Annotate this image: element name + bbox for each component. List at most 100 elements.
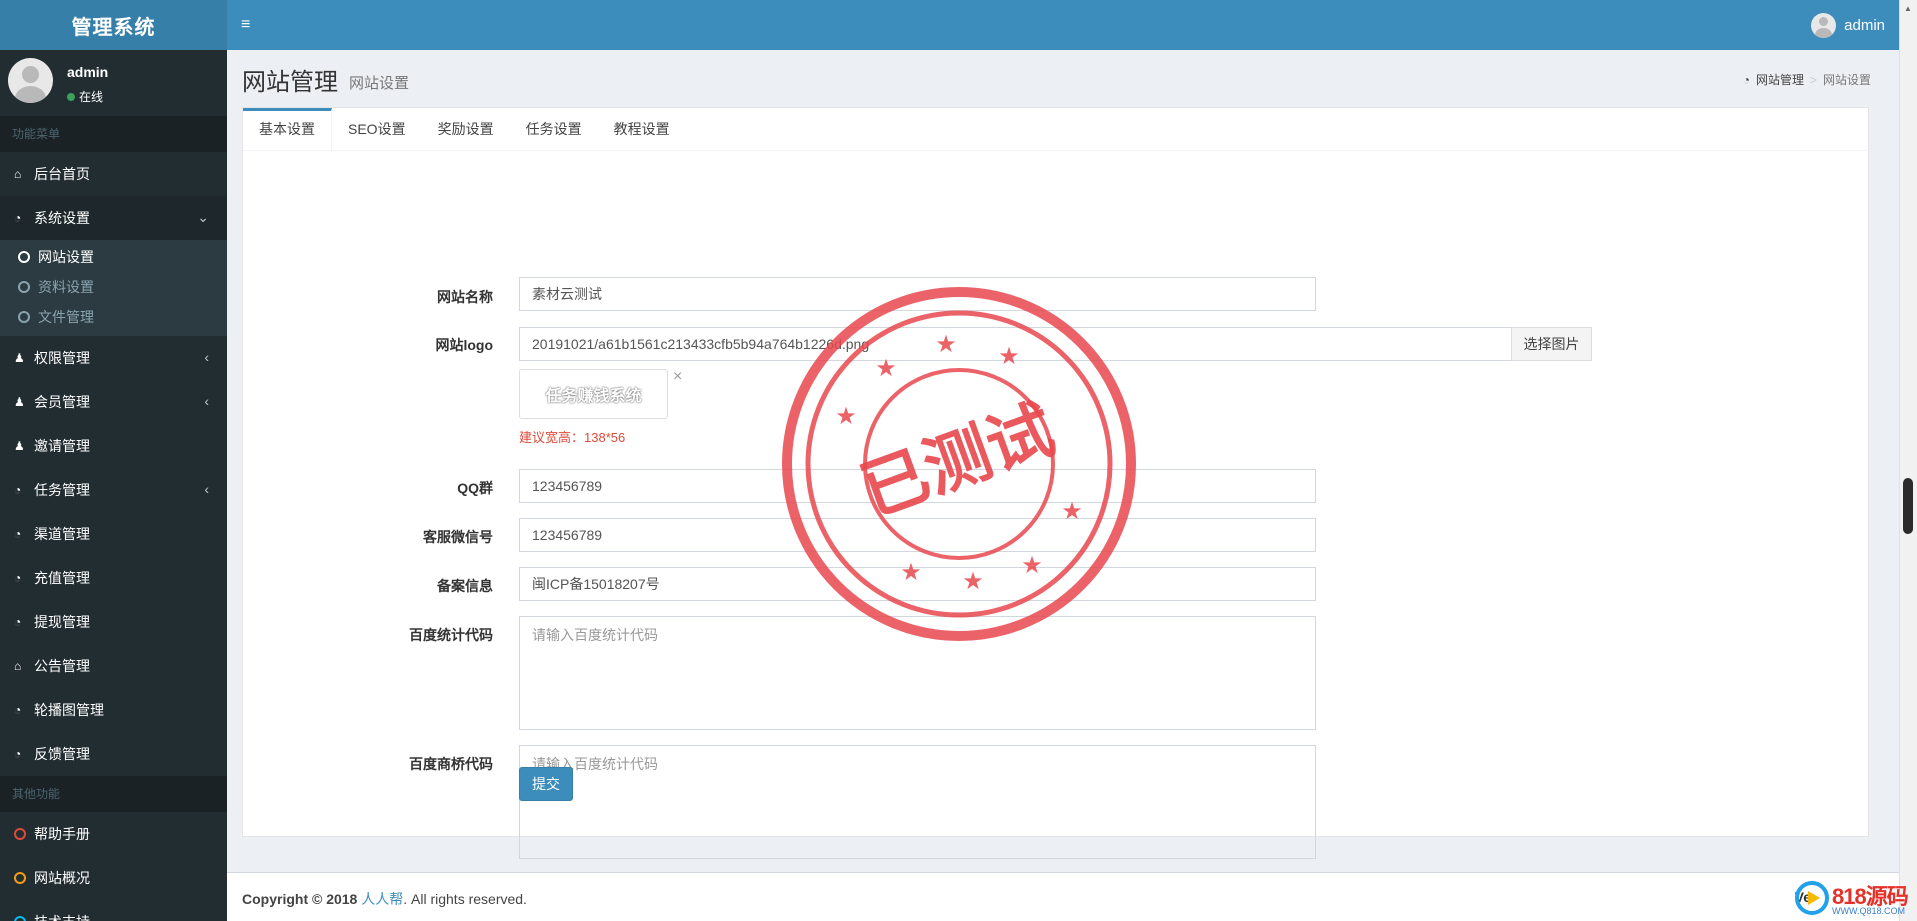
- status-text: 在线: [79, 90, 104, 104]
- baidu-stat-label: 百度统计代码: [409, 627, 493, 643]
- dashboard-icon: ◔: [14, 747, 22, 761]
- wechat-label: 客服微信号: [423, 529, 493, 545]
- submit-button[interactable]: 提交: [519, 767, 573, 801]
- avatar: [8, 58, 53, 103]
- breadcrumb-separator: >: [1809, 72, 1817, 87]
- dashboard-icon: ◔: [14, 211, 22, 225]
- site-name-label: 网站名称: [437, 289, 493, 305]
- baidu-bridge-textarea[interactable]: 请输入百度统计代码: [519, 745, 1316, 859]
- sidebar-item-home[interactable]: ⌂ 后台首页: [0, 152, 227, 196]
- footer: Copyright © 2018 人人帮. All rights reserve…: [227, 872, 1899, 921]
- sidebar-item-label: 系统设置: [34, 210, 90, 226]
- circle-icon: [18, 281, 30, 293]
- sidebar-item-permissions[interactable]: ♟ 权限管理 ‹: [0, 336, 227, 380]
- sidebar-item-label: 权限管理: [34, 350, 90, 366]
- breadcrumb-current: 网站设置: [1822, 73, 1871, 87]
- user-name: admin: [1844, 17, 1885, 34]
- sidebar-subitem-file-manager[interactable]: 文件管理: [0, 302, 227, 332]
- tab-reward-settings[interactable]: 奖励设置: [422, 108, 510, 151]
- sidebar-item-label: 充值管理: [34, 570, 90, 586]
- sidebar-item-label: 帮助手册: [34, 826, 90, 842]
- sidebar-item-label: 任务管理: [34, 482, 90, 498]
- tab-task-settings[interactable]: 任务设置: [510, 108, 598, 151]
- star-icon: ★: [875, 354, 897, 382]
- sidebar-item-support[interactable]: 技术支持: [0, 900, 227, 921]
- circle-icon: [14, 916, 26, 921]
- baidu-bridge-label: 百度商桥代码: [409, 756, 493, 772]
- users-icon: ♟: [14, 395, 25, 409]
- subitem-label: 文件管理: [38, 309, 94, 325]
- tab-bar: 基本设置 SEO设置 奖励设置 任务设置 教程设置: [243, 108, 1868, 151]
- app-logo[interactable]: 管理系统: [0, 0, 227, 50]
- sidebar-item-feedback[interactable]: ◔ 反馈管理: [0, 732, 227, 776]
- sidebar-item-label: 会员管理: [34, 394, 90, 410]
- scroll-up-icon[interactable]: ▲: [1904, 4, 1912, 13]
- page-subtitle: 网站设置: [349, 75, 410, 92]
- logo-preview: 任务赚钱系统: [519, 369, 668, 419]
- sidebar-user-name: admin: [67, 64, 109, 80]
- sidebar-item-recharge[interactable]: ◔ 充值管理: [0, 556, 227, 600]
- home-icon: ⌂: [14, 659, 22, 673]
- close-icon[interactable]: ×: [673, 368, 682, 386]
- submenu-system-settings: 网站设置 资料设置 文件管理: [0, 240, 227, 336]
- circle-icon: [18, 251, 30, 263]
- sidebar-item-label: 网站概况: [34, 870, 90, 886]
- company-link[interactable]: 人人帮: [361, 891, 403, 907]
- sidebar-item-tasks[interactable]: ◔ 任务管理 ‹: [0, 468, 227, 512]
- sidebar-item-label: 技术支持: [34, 912, 90, 921]
- top-navbar: ≡ admin: [227, 0, 1899, 50]
- sidebar-item-members[interactable]: ♟ 会员管理 ‹: [0, 380, 227, 424]
- online-status: 在线: [67, 88, 103, 105]
- sidebar-item-system-settings[interactable]: ◔ 系统设置 ⌄: [0, 196, 227, 240]
- sidebar: admin 在线 功能菜单 ⌂ 后台首页 ◔ 系统设置 ⌄ 网站设置 资料设置 …: [0, 50, 227, 921]
- tab-seo-settings[interactable]: SEO设置: [332, 108, 422, 151]
- sidebar-item-announcements[interactable]: ⌂ 公告管理: [0, 644, 227, 688]
- sidebar-item-withdraw[interactable]: ◔ 提现管理: [0, 600, 227, 644]
- dashboard-icon: ◔: [1742, 72, 1750, 87]
- copyright: Copyright © 2018 人人帮. All rights reserve…: [242, 889, 527, 909]
- watermark: 818源码 WWW.Q818.COM: [1795, 879, 1913, 919]
- sidebar-item-overview[interactable]: 网站概况: [0, 856, 227, 900]
- dashboard-icon: ◔: [14, 571, 22, 585]
- dashboard-icon: ◔: [14, 615, 22, 629]
- qq-group-label: QQ群: [457, 480, 493, 496]
- choose-image-button[interactable]: 选择图片: [1511, 327, 1592, 361]
- star-icon: ★: [1021, 551, 1043, 579]
- page-scrollbar[interactable]: ▲: [1899, 0, 1917, 921]
- sidebar-item-carousel[interactable]: ◔ 轮播图管理: [0, 688, 227, 732]
- breadcrumb: ◔ 网站管理 > 网站设置: [1743, 71, 1871, 88]
- copyright-prefix: Copyright © 2018: [242, 891, 358, 907]
- chevron-left-icon: ‹: [204, 393, 209, 409]
- sidebar-toggle-icon[interactable]: ≡: [241, 15, 259, 35]
- home-icon: ⌂: [14, 167, 22, 181]
- breadcrumb-link[interactable]: 网站管理: [1756, 71, 1804, 88]
- sidebar-item-label: 轮播图管理: [34, 702, 104, 718]
- sidebar-item-label: 邀请管理: [34, 438, 90, 454]
- logo-size-hint: 建议宽高：138*56: [519, 430, 626, 445]
- chevron-left-icon: ‹: [204, 349, 209, 365]
- dashboard-icon: ◔: [14, 703, 22, 717]
- dashboard-icon: ◔: [14, 527, 22, 541]
- sidebar-item-invites[interactable]: ♟ 邀请管理: [0, 424, 227, 468]
- tab-tutorial-settings[interactable]: 教程设置: [598, 108, 686, 151]
- online-dot-icon: [67, 92, 75, 101]
- tab-basic-settings[interactable]: 基本设置: [243, 108, 332, 151]
- chevron-left-icon: ‹: [204, 481, 209, 497]
- tested-stamp: ★ ★ ★ ★ ★ ★ ★ ★ 已测试: [782, 287, 1136, 641]
- circle-icon: [18, 311, 30, 323]
- users-icon: ♟: [14, 351, 25, 365]
- star-icon: ★: [998, 342, 1020, 370]
- sidebar-item-label: 渠道管理: [34, 526, 90, 542]
- sidebar-item-label: 反馈管理: [34, 746, 90, 762]
- chevron-down-icon: ⌄: [197, 209, 209, 225]
- star-icon: ★: [962, 567, 984, 595]
- sidebar-item-channels[interactable]: ◔ 渠道管理: [0, 512, 227, 556]
- user-menu[interactable]: admin: [1811, 13, 1885, 38]
- page-title: 网站管理: [242, 69, 338, 96]
- sidebar-subitem-site-settings[interactable]: 网站设置: [0, 242, 227, 272]
- copyright-suffix: . All rights reserved.: [403, 891, 527, 907]
- sidebar-subitem-profile-settings[interactable]: 资料设置: [0, 272, 227, 302]
- scroll-thumb[interactable]: [1903, 478, 1913, 534]
- sidebar-item-help[interactable]: 帮助手册: [0, 812, 227, 856]
- star-icon: ★: [900, 558, 922, 586]
